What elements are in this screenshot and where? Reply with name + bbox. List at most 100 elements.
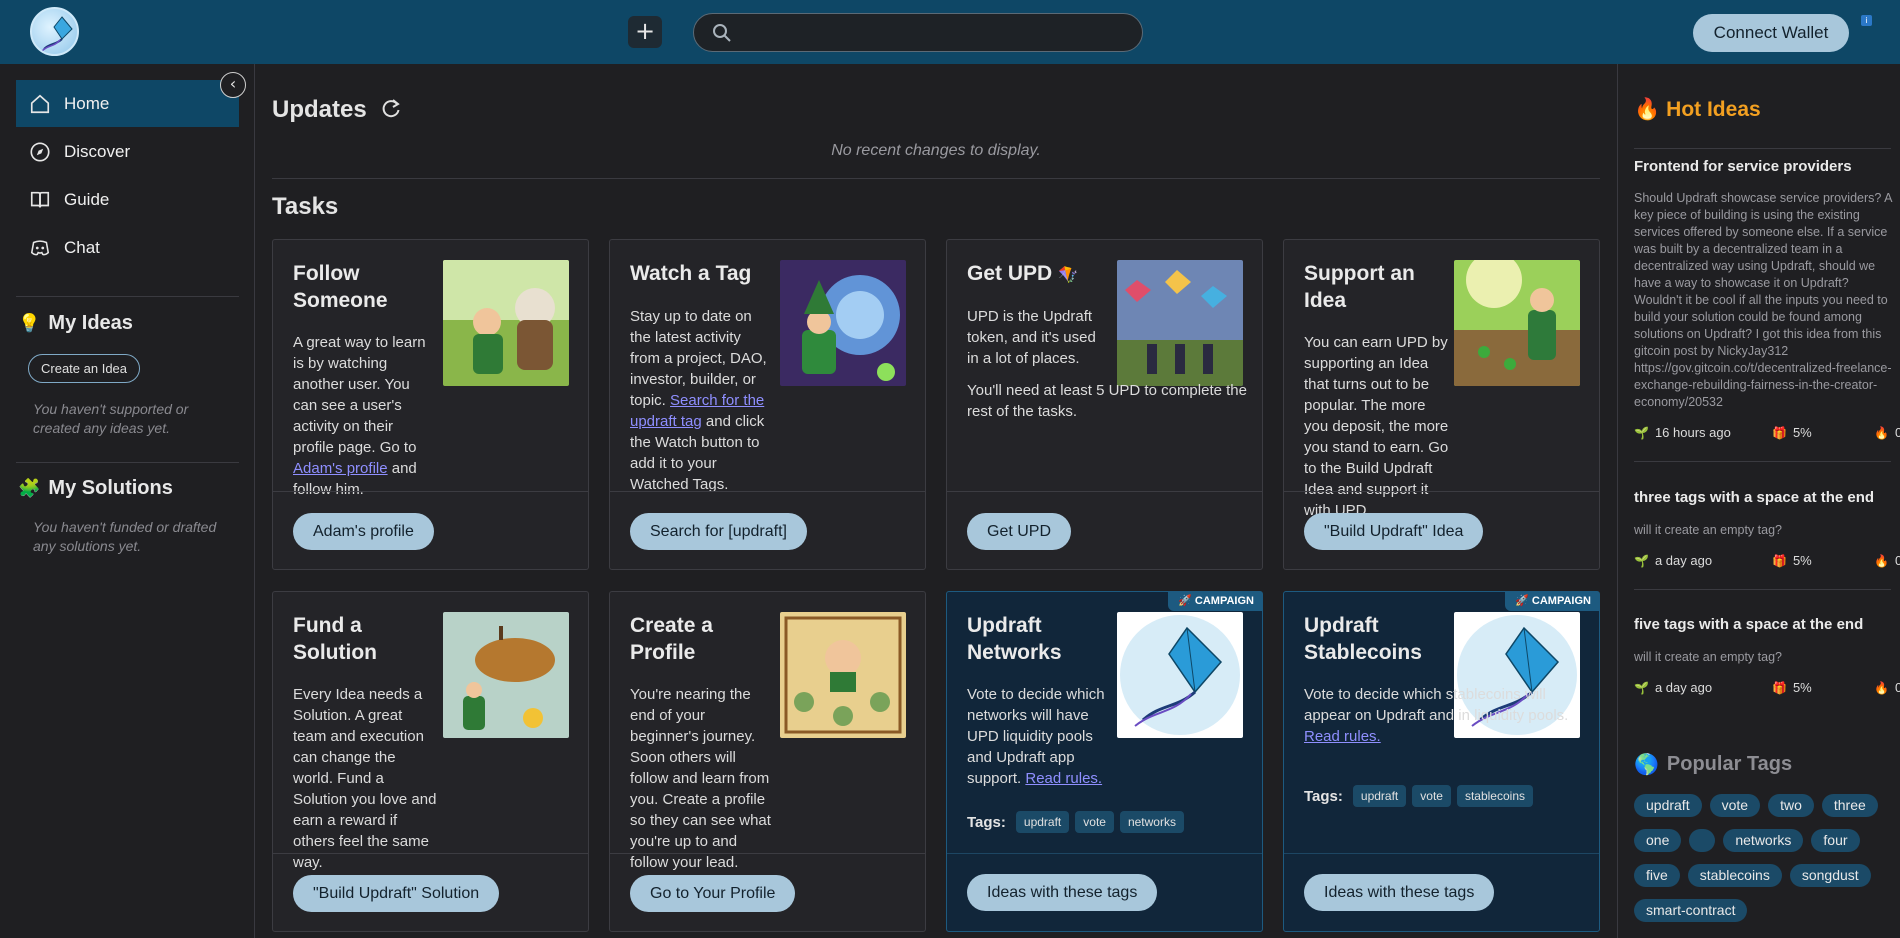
card-title: Follow Someone: [293, 262, 388, 312]
card-body: Vote to decide which networks will have …: [967, 684, 1112, 789]
idea-title[interactable]: five tags with a space at the end: [1634, 616, 1894, 633]
popular-tag[interactable]: one: [1634, 829, 1682, 852]
popular-tag[interactable]: songdust: [1789, 864, 1871, 887]
ideas-with-tags-button[interactable]: Ideas with these tags: [1304, 874, 1495, 911]
tag-chip[interactable]: updraft: [1015, 811, 1070, 833]
popular-tag[interactable]: smart-contract: [1634, 899, 1748, 922]
popular-tag[interactable]: vote: [1709, 794, 1761, 817]
gift-icon: 🎁: [1772, 680, 1787, 695]
popular-tag[interactable]: three: [1821, 794, 1878, 817]
nav-guide[interactable]: Guide: [16, 176, 239, 223]
idea-title[interactable]: three tags with a space at the end: [1634, 489, 1894, 506]
build-updraft-idea-button[interactable]: "Build Updraft" Idea: [1304, 513, 1484, 550]
compass-icon: [30, 141, 50, 162]
card-footer-divider: [947, 853, 1262, 854]
my-solutions-title: My Solutions: [48, 477, 173, 499]
get-upd-button[interactable]: Get UPD: [967, 513, 1072, 550]
task-card-follow: Follow Someone A great way to learn is b…: [272, 239, 589, 570]
info-icon[interactable]: i: [1861, 15, 1872, 26]
search-input[interactable]: [742, 18, 1122, 47]
card-title-text: Get UPD: [967, 262, 1053, 285]
wizard-illustration: [780, 260, 906, 386]
my-solutions-note: You haven't funded or drafted any soluti…: [33, 519, 217, 554]
nav-home-label: Home: [64, 93, 110, 113]
tasks-title: Tasks: [272, 193, 339, 220]
card-body: A great way to learn is by watching anot…: [293, 332, 438, 500]
hot-ideas-title: Hot Ideas: [1666, 98, 1761, 121]
add-button[interactable]: +: [628, 16, 662, 48]
idea-description: Should Updraft showcase service provider…: [1634, 191, 1892, 409]
create-idea-button[interactable]: Create an Idea: [28, 354, 141, 383]
left-sidebar: ‹ Home Discover Guide Chat 💡 My Ideas Cr…: [0, 64, 255, 938]
card-footer-divider: [273, 853, 588, 854]
card-text: Vote to decide which stablecoins will ap…: [1304, 686, 1569, 724]
search-updraft-button[interactable]: Search for [updraft]: [630, 513, 807, 550]
popular-tag[interactable]: stablecoins: [1687, 864, 1782, 887]
gift-icon: 🎁: [1772, 425, 1787, 440]
card-body: You can earn UPD by supporting an Idea t…: [1304, 332, 1449, 521]
card-title: Create a Profile: [630, 614, 713, 664]
refresh-icon[interactable]: [380, 98, 402, 120]
tag-chip[interactable]: updraft: [1352, 785, 1407, 807]
popular-tag[interactable]: updraft: [1634, 794, 1702, 817]
card-title: Get UPD 🪁: [967, 260, 1117, 289]
tag-chip[interactable]: vote: [1412, 785, 1451, 807]
nav-home[interactable]: Home: [16, 80, 239, 127]
search-bar[interactable]: [693, 13, 1143, 52]
nav-discover[interactable]: Discover: [16, 128, 239, 175]
popular-tag[interactable]: networks: [1723, 829, 1804, 852]
my-ideas-heading: 💡 My Ideas: [18, 312, 133, 335]
card-link[interactable]: Read rules.: [1025, 770, 1102, 787]
fire-icon: 🔥: [1874, 680, 1889, 695]
airship-illustration: [443, 612, 569, 738]
task-card-support-idea: Support an Idea You can earn UPD by supp…: [1283, 239, 1600, 570]
rocket-icon: 🚀: [1515, 595, 1532, 607]
updates-title: Updates: [272, 96, 367, 123]
card-title: Watch a Tag: [630, 262, 752, 285]
popular-tags-heading: 🌎 Popular Tags: [1634, 752, 1792, 777]
idea-title[interactable]: Frontend for service providers: [1634, 158, 1894, 175]
nav-chat[interactable]: Chat: [16, 224, 239, 271]
collapse-sidebar-button[interactable]: ‹: [220, 72, 246, 98]
kites-illustration: [1117, 260, 1243, 386]
task-card-watch-tag: Watch a Tag Stay up to date on the lates…: [609, 239, 926, 570]
card-body: Every Idea needs a Solution. A great tea…: [293, 684, 438, 873]
updates-divider: [272, 178, 1600, 179]
idea-age: a day ago: [1654, 680, 1713, 695]
card-text: You're nearing the end of your beginner'…: [630, 686, 771, 871]
sprout-icon: 🌱: [1634, 425, 1649, 440]
updraft-logo[interactable]: [30, 7, 79, 56]
build-updraft-solution-button[interactable]: "Build Updraft" Solution: [293, 875, 500, 912]
home-icon: [30, 94, 50, 113]
my-ideas-note: You haven't supported or created any ide…: [33, 401, 189, 436]
book-icon: [30, 191, 50, 207]
task-card-create-profile: Create a Profile You're nearing the end …: [609, 591, 926, 932]
idea-age: 16 hours ago: [1654, 425, 1731, 440]
tag-chip[interactable]: stablecoins: [1456, 785, 1533, 807]
tag-chip[interactable]: vote: [1075, 811, 1114, 833]
card-link[interactable]: Adam's profile: [293, 460, 388, 477]
card-text: A great way to learn is by watching anot…: [293, 334, 426, 456]
idea-description: will it create an empty tag?: [1634, 650, 1782, 664]
ideas-with-tags-button[interactable]: Ideas with these tags: [967, 874, 1158, 911]
hot-ideas-heading: 🔥 Hot Ideas: [1634, 98, 1761, 122]
card-title: Fund a Solution: [293, 614, 377, 664]
popular-tag-empty[interactable]: [1689, 829, 1716, 852]
card-link[interactable]: Read rules.: [1304, 728, 1381, 745]
idea-reward-pct: 5%: [1792, 680, 1812, 695]
card-text: Every Idea needs a Solution. A great tea…: [293, 686, 437, 871]
go-to-profile-button[interactable]: Go to Your Profile: [630, 875, 796, 912]
tag-chip[interactable]: networks: [1119, 811, 1184, 833]
popular-tag[interactable]: five: [1634, 864, 1680, 887]
tags-label: Tags:: [1304, 787, 1343, 805]
connect-wallet-button[interactable]: Connect Wallet: [1693, 14, 1849, 52]
adams-profile-button[interactable]: Adam's profile: [293, 513, 434, 550]
card-tags: Tags: updraft vote networks: [967, 811, 1184, 833]
garden-illustration: [1454, 260, 1580, 386]
popular-tag[interactable]: four: [1811, 829, 1860, 852]
nav-discover-label: Discover: [64, 141, 131, 161]
sidebar-divider: [16, 296, 239, 297]
card-footer-divider: [1284, 491, 1599, 492]
popular-tag[interactable]: two: [1768, 794, 1814, 817]
idea-description: will it create an empty tag?: [1634, 523, 1782, 537]
